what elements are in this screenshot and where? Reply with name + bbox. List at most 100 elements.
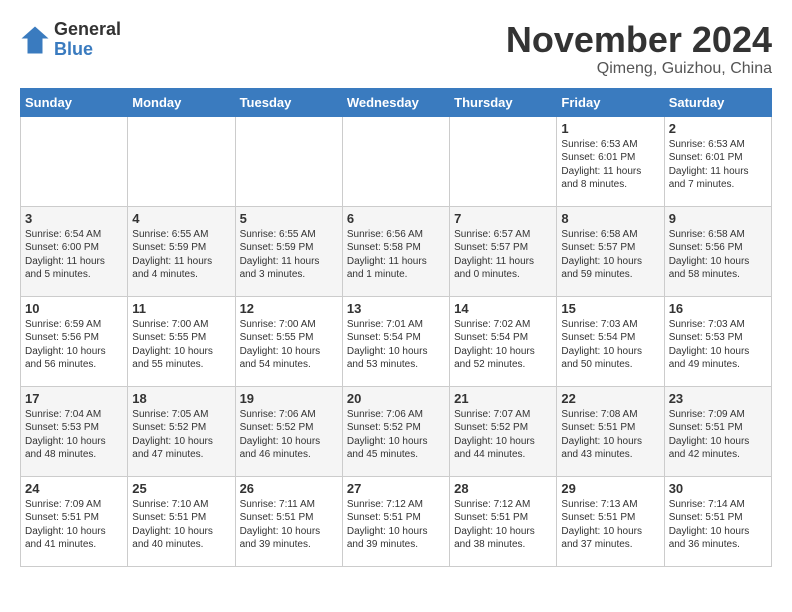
- calendar-table: SundayMondayTuesdayWednesdayThursdayFrid…: [20, 88, 772, 567]
- day-cell: 18 Sunrise: 7:05 AM Sunset: 5:52 PM Dayli…: [128, 386, 235, 476]
- day-cell: 14 Sunrise: 7:02 AM Sunset: 5:54 PM Dayli…: [450, 296, 557, 386]
- day-cell: 6Sunrise: 6:56 AM Sunset: 5:58 PM Daylig…: [342, 206, 449, 296]
- day-cell: 15 Sunrise: 7:03 AM Sunset: 5:54 PM Dayli…: [557, 296, 664, 386]
- day-cell: 12 Sunrise: 7:00 AM Sunset: 5:55 PM Dayli…: [235, 296, 342, 386]
- day-info: Sunrise: 7:09 AM Sunset: 5:51 PM Dayligh…: [669, 408, 767, 462]
- day-cell: [21, 116, 128, 206]
- day-number: 20: [347, 391, 445, 406]
- day-info: Sunrise: 7:10 AM Sunset: 5:51 PM Dayligh…: [132, 498, 230, 552]
- day-cell: 2Sunrise: 6:53 AM Sunset: 6:01 PM Daylig…: [664, 116, 771, 206]
- day-number: 26: [240, 481, 338, 496]
- day-cell: 16Sunrise: 7:03 AM Sunset: 5:53 PM Dayli…: [664, 296, 771, 386]
- day-number: 12: [240, 301, 338, 316]
- day-info: Sunrise: 7:07 AM Sunset: 5:52 PM Dayligh…: [454, 408, 552, 462]
- day-cell: 27 Sunrise: 7:12 AM Sunset: 5:51 PM Dayli…: [342, 476, 449, 566]
- col-header-tuesday: Tuesday: [235, 88, 342, 116]
- day-info: Sunrise: 7:03 AM Sunset: 5:54 PM Dayligh…: [561, 318, 659, 372]
- day-cell: 11 Sunrise: 7:00 AM Sunset: 5:55 PM Dayli…: [128, 296, 235, 386]
- day-info: Sunrise: 6:55 AM Sunset: 5:59 PM Dayligh…: [132, 228, 230, 282]
- day-cell: 17 Sunrise: 7:04 AM Sunset: 5:53 PM Dayli…: [21, 386, 128, 476]
- day-info: Sunrise: 7:13 AM Sunset: 5:51 PM Dayligh…: [561, 498, 659, 552]
- day-number: 4: [132, 211, 230, 226]
- day-number: 28: [454, 481, 552, 496]
- day-info: Sunrise: 7:11 AM Sunset: 5:51 PM Dayligh…: [240, 498, 338, 552]
- month-title: November 2024: [506, 20, 772, 60]
- day-cell: 9 Sunrise: 6:58 AM Sunset: 5:56 PM Daylig…: [664, 206, 771, 296]
- day-number: 8: [561, 211, 659, 226]
- day-number: 1: [561, 121, 659, 136]
- day-cell: 26 Sunrise: 7:11 AM Sunset: 5:51 PM Dayli…: [235, 476, 342, 566]
- day-cell: 23 Sunrise: 7:09 AM Sunset: 5:51 PM Dayli…: [664, 386, 771, 476]
- day-cell: 13 Sunrise: 7:01 AM Sunset: 5:54 PM Dayli…: [342, 296, 449, 386]
- day-number: 13: [347, 301, 445, 316]
- week-row-1: 1 Sunrise: 6:53 AM Sunset: 6:01 PM Daylig…: [21, 116, 772, 206]
- day-info: Sunrise: 7:06 AM Sunset: 5:52 PM Dayligh…: [347, 408, 445, 462]
- day-info: Sunrise: 7:12 AM Sunset: 5:51 PM Dayligh…: [454, 498, 552, 552]
- day-number: 9: [669, 211, 767, 226]
- day-number: 16: [669, 301, 767, 316]
- day-number: 6: [347, 211, 445, 226]
- day-info: Sunrise: 7:12 AM Sunset: 5:51 PM Dayligh…: [347, 498, 445, 552]
- day-number: 23: [669, 391, 767, 406]
- day-info: Sunrise: 7:04 AM Sunset: 5:53 PM Dayligh…: [25, 408, 123, 462]
- col-header-saturday: Saturday: [664, 88, 771, 116]
- day-info: Sunrise: 6:58 AM Sunset: 5:56 PM Dayligh…: [669, 228, 767, 282]
- day-info: Sunrise: 6:57 AM Sunset: 5:57 PM Dayligh…: [454, 228, 552, 282]
- day-number: 15: [561, 301, 659, 316]
- day-info: Sunrise: 7:01 AM Sunset: 5:54 PM Dayligh…: [347, 318, 445, 372]
- day-info: Sunrise: 6:59 AM Sunset: 5:56 PM Dayligh…: [25, 318, 123, 372]
- col-header-sunday: Sunday: [21, 88, 128, 116]
- day-cell: [450, 116, 557, 206]
- day-cell: [342, 116, 449, 206]
- day-cell: [235, 116, 342, 206]
- col-header-thursday: Thursday: [450, 88, 557, 116]
- day-number: 19: [240, 391, 338, 406]
- day-number: 30: [669, 481, 767, 496]
- day-cell: 8 Sunrise: 6:58 AM Sunset: 5:57 PM Daylig…: [557, 206, 664, 296]
- day-cell: 30 Sunrise: 7:14 AM Sunset: 5:51 PM Dayli…: [664, 476, 771, 566]
- day-info: Sunrise: 6:58 AM Sunset: 5:57 PM Dayligh…: [561, 228, 659, 282]
- day-number: 25: [132, 481, 230, 496]
- day-number: 10: [25, 301, 123, 316]
- day-number: 18: [132, 391, 230, 406]
- day-info: Sunrise: 7:00 AM Sunset: 5:55 PM Dayligh…: [240, 318, 338, 372]
- header-row: SundayMondayTuesdayWednesdayThursdayFrid…: [21, 88, 772, 116]
- logo-general: General: [54, 20, 121, 40]
- day-cell: 1 Sunrise: 6:53 AM Sunset: 6:01 PM Daylig…: [557, 116, 664, 206]
- day-cell: 24Sunrise: 7:09 AM Sunset: 5:51 PM Dayli…: [21, 476, 128, 566]
- day-number: 11: [132, 301, 230, 316]
- day-cell: 21Sunrise: 7:07 AM Sunset: 5:52 PM Dayli…: [450, 386, 557, 476]
- day-number: 29: [561, 481, 659, 496]
- location: Qimeng, Guizhou, China: [506, 60, 772, 78]
- col-header-monday: Monday: [128, 88, 235, 116]
- day-number: 22: [561, 391, 659, 406]
- day-info: Sunrise: 7:06 AM Sunset: 5:52 PM Dayligh…: [240, 408, 338, 462]
- day-number: 27: [347, 481, 445, 496]
- day-number: 2: [669, 121, 767, 136]
- day-cell: [128, 116, 235, 206]
- logo-icon: [20, 25, 50, 55]
- day-number: 14: [454, 301, 552, 316]
- day-info: Sunrise: 7:14 AM Sunset: 5:51 PM Dayligh…: [669, 498, 767, 552]
- week-row-4: 17 Sunrise: 7:04 AM Sunset: 5:53 PM Dayli…: [21, 386, 772, 476]
- day-number: 17: [25, 391, 123, 406]
- day-info: Sunrise: 7:00 AM Sunset: 5:55 PM Dayligh…: [132, 318, 230, 372]
- day-cell: 22Sunrise: 7:08 AM Sunset: 5:51 PM Dayli…: [557, 386, 664, 476]
- logo: General Blue: [20, 20, 121, 60]
- day-cell: 3Sunrise: 6:54 AM Sunset: 6:00 PM Daylig…: [21, 206, 128, 296]
- week-row-2: 3Sunrise: 6:54 AM Sunset: 6:00 PM Daylig…: [21, 206, 772, 296]
- day-info: Sunrise: 6:55 AM Sunset: 5:59 PM Dayligh…: [240, 228, 338, 282]
- col-header-wednesday: Wednesday: [342, 88, 449, 116]
- day-info: Sunrise: 7:09 AM Sunset: 5:51 PM Dayligh…: [25, 498, 123, 552]
- day-cell: 29 Sunrise: 7:13 AM Sunset: 5:51 PM Dayli…: [557, 476, 664, 566]
- day-info: Sunrise: 7:05 AM Sunset: 5:52 PM Dayligh…: [132, 408, 230, 462]
- day-info: Sunrise: 7:02 AM Sunset: 5:54 PM Dayligh…: [454, 318, 552, 372]
- day-cell: 28 Sunrise: 7:12 AM Sunset: 5:51 PM Dayli…: [450, 476, 557, 566]
- page-header: General Blue November 2024 Qimeng, Guizh…: [20, 20, 772, 78]
- day-number: 5: [240, 211, 338, 226]
- day-cell: 20 Sunrise: 7:06 AM Sunset: 5:52 PM Dayli…: [342, 386, 449, 476]
- day-info: Sunrise: 6:53 AM Sunset: 6:01 PM Dayligh…: [561, 138, 659, 192]
- day-cell: 25 Sunrise: 7:10 AM Sunset: 5:51 PM Dayli…: [128, 476, 235, 566]
- day-info: Sunrise: 6:54 AM Sunset: 6:00 PM Dayligh…: [25, 228, 123, 282]
- day-cell: 7Sunrise: 6:57 AM Sunset: 5:57 PM Daylig…: [450, 206, 557, 296]
